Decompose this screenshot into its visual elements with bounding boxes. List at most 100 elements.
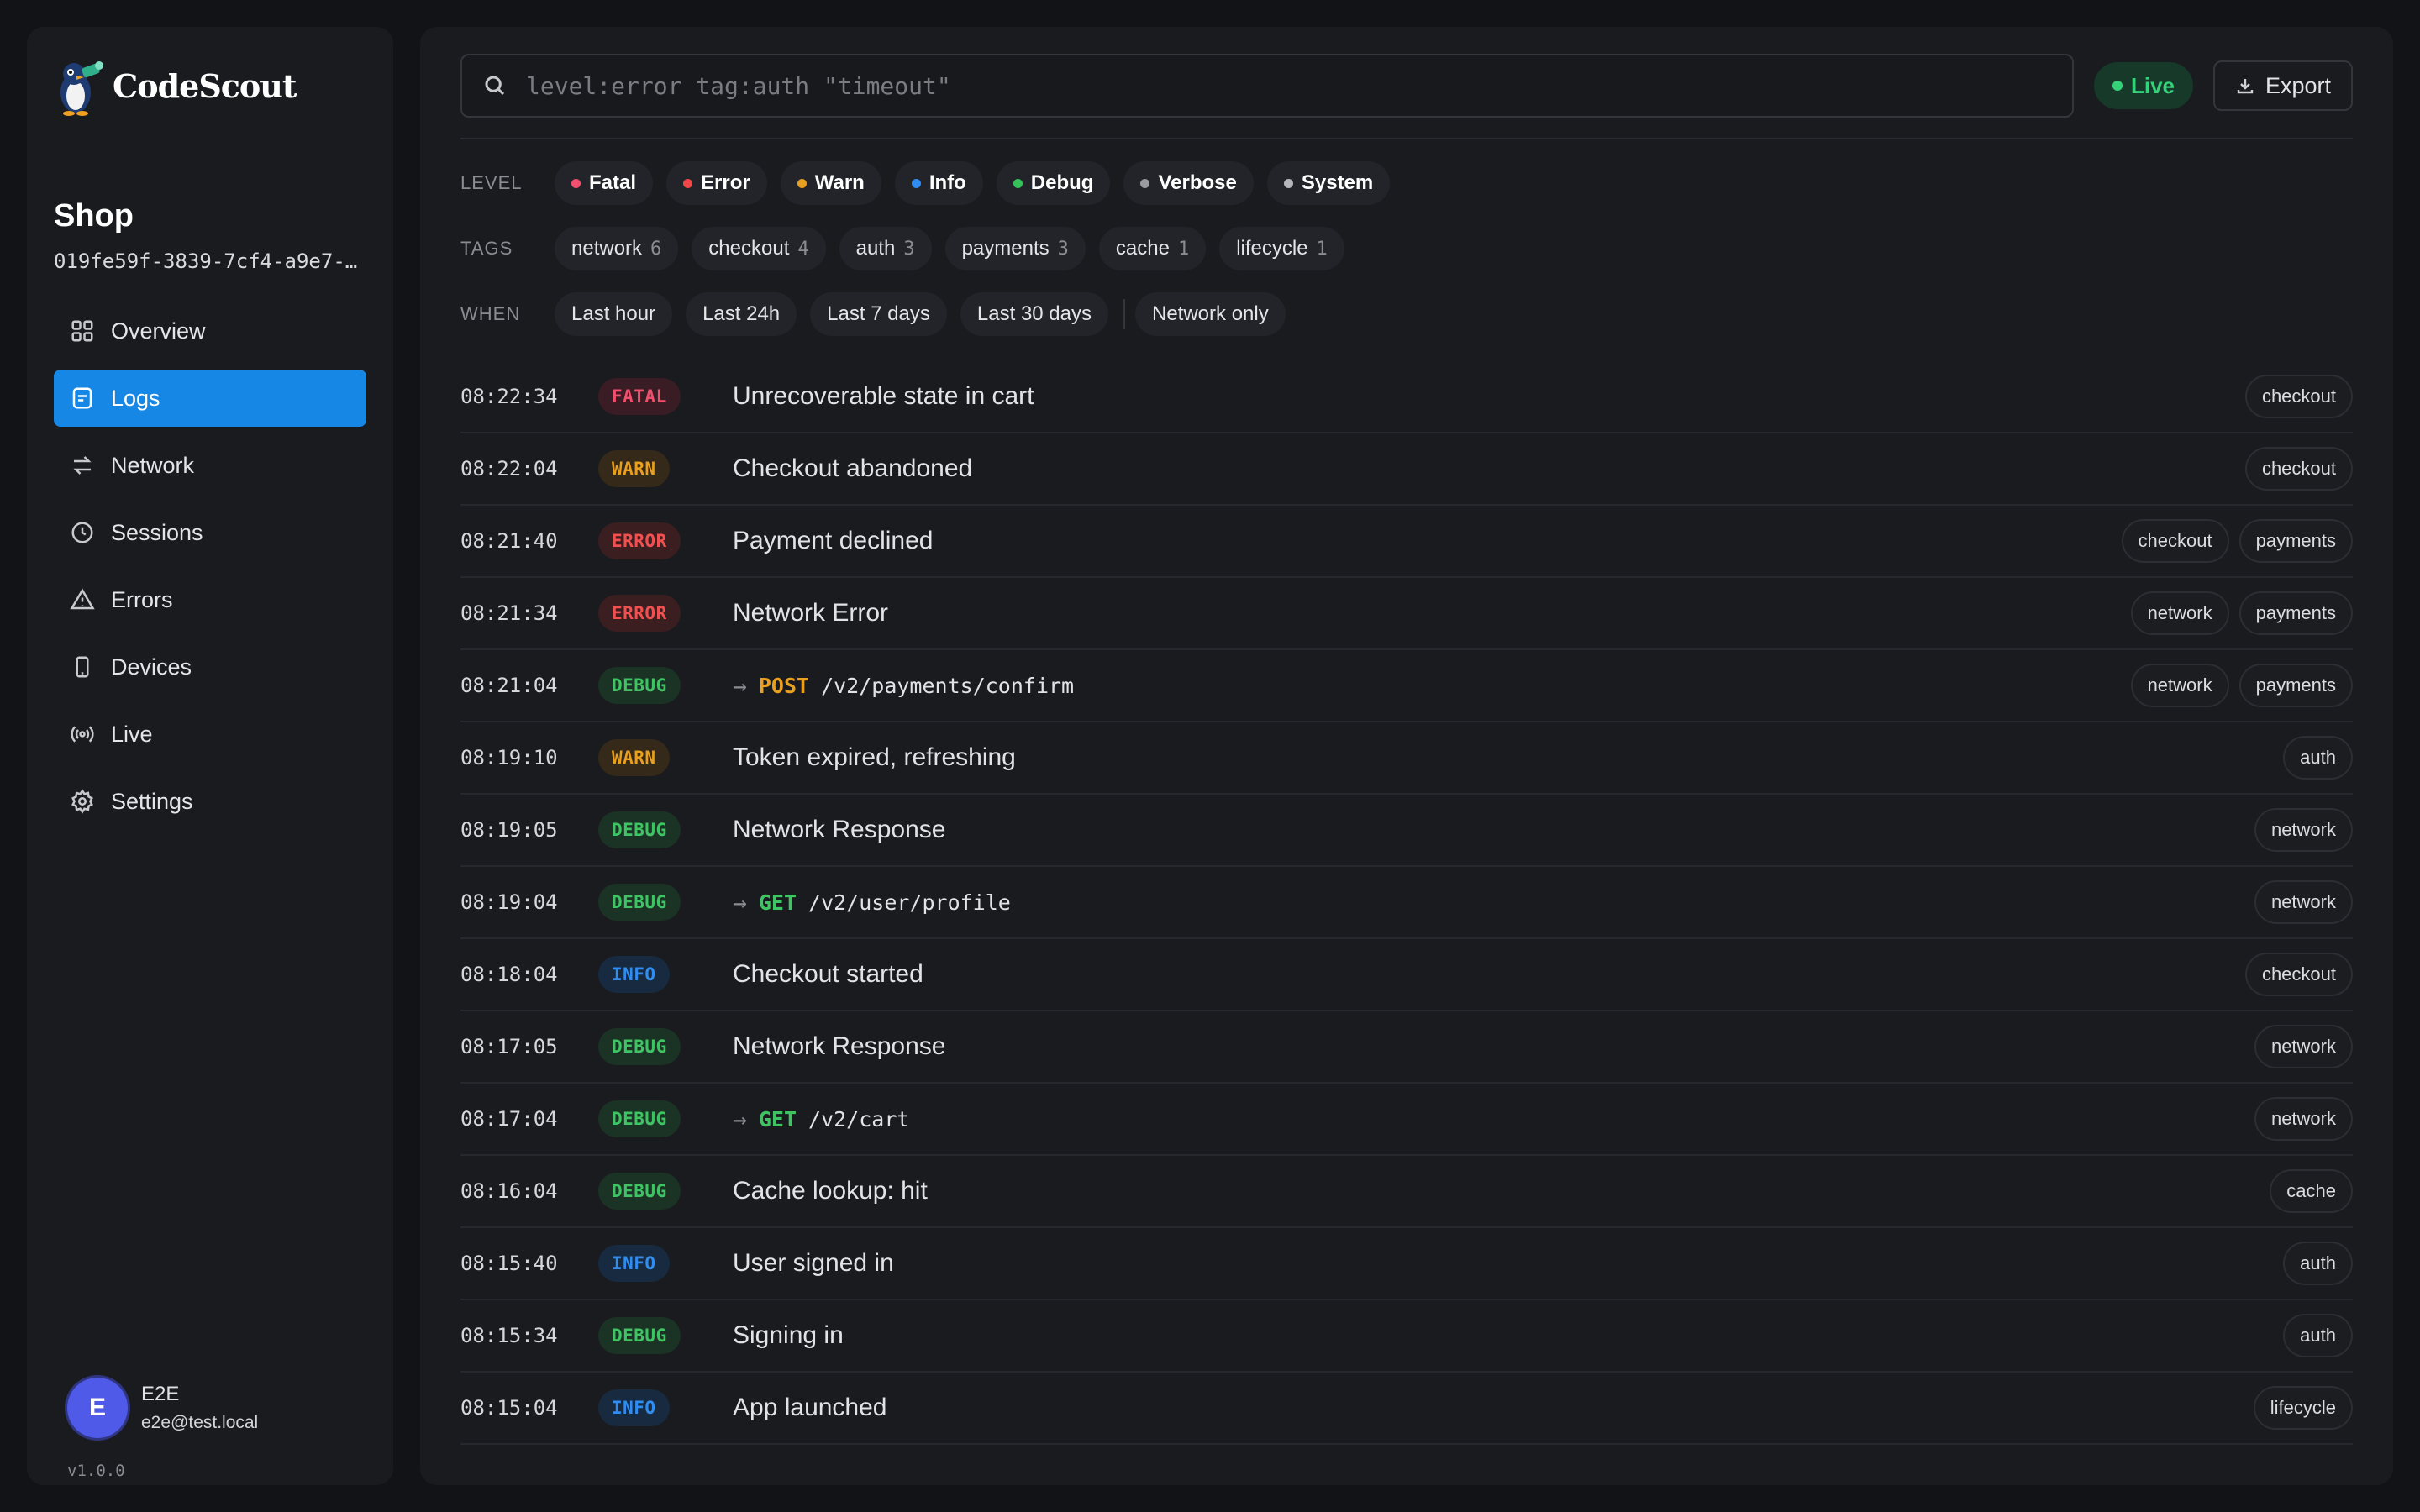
tag-pill[interactable]: checkout xyxy=(2244,953,2353,996)
sidebar-item-live[interactable]: Live xyxy=(54,706,366,763)
level-badge-wrap: DEBUG xyxy=(598,1173,733,1210)
message-text: App launched xyxy=(733,1394,887,1421)
level-chip-fatal[interactable]: Fatal xyxy=(555,161,654,205)
log-row[interactable]: 08:21:34 ERROR Network Error network payment… xyxy=(460,578,2353,650)
log-row[interactable]: 08:15:40 INFO User signed in auth xyxy=(460,1228,2353,1300)
level-chip-warn[interactable]: Warn xyxy=(780,161,881,205)
chip-count: 1 xyxy=(1316,238,1328,260)
sidebar-item-label: Logs xyxy=(111,385,160,411)
level-badge-wrap: INFO xyxy=(598,1245,733,1282)
arrows-icon xyxy=(69,452,96,479)
level-badge-wrap: DEBUG xyxy=(598,1028,733,1065)
log-row[interactable]: 08:19:10 WARN Token expired, refreshing aut… xyxy=(460,722,2353,795)
log-row[interactable]: 08:21:04 DEBUG → POST/v2/payments/confirm ne… xyxy=(460,650,2353,722)
time-chip[interactable]: Last 24h xyxy=(686,292,797,336)
user-profile[interactable]: E E2E e2e@test.local xyxy=(67,1378,258,1438)
network-only-chip[interactable]: Network only xyxy=(1135,292,1286,336)
tag-pill[interactable]: payments xyxy=(2238,664,2353,707)
tag-pill[interactable]: payments xyxy=(2238,591,2353,635)
level-chip-error[interactable]: Error xyxy=(666,161,767,205)
tag-pill[interactable]: network xyxy=(2130,591,2229,635)
level-badge: DEBUG xyxy=(598,1028,681,1065)
sidebar-item-logs[interactable]: Logs xyxy=(54,370,366,427)
chip-count: 6 xyxy=(650,238,662,260)
level-badge-wrap: DEBUG xyxy=(598,1317,733,1354)
tag-pill[interactable]: lifecycle xyxy=(2253,1386,2353,1430)
log-message: Network Response xyxy=(733,816,945,844)
chip-label: Fatal xyxy=(589,171,637,194)
tag-chip-checkout[interactable]: checkout 4 xyxy=(692,227,826,270)
log-row[interactable]: 08:17:05 DEBUG Network Response network xyxy=(460,1011,2353,1084)
sidebar: CodeScout Shop 019fe59f-3839-7cf4-a9e7-…… xyxy=(27,27,393,1485)
sidebar-item-devices[interactable]: Devices xyxy=(54,638,366,696)
phone-icon xyxy=(69,654,96,680)
sidebar-item-network[interactable]: Network xyxy=(54,437,366,494)
log-row[interactable]: 08:21:40 ERROR Payment declined checkout pay… xyxy=(460,506,2353,578)
log-tags: checkout xyxy=(2244,375,2353,418)
tag-pill[interactable]: network xyxy=(2254,1025,2353,1068)
download-icon xyxy=(2237,79,2254,94)
tag-chip-auth[interactable]: auth 3 xyxy=(839,227,932,270)
brand[interactable]: CodeScout xyxy=(54,55,297,116)
live-toggle-button[interactable]: Live xyxy=(2094,62,2193,109)
tag-chip-payments[interactable]: payments 3 xyxy=(944,227,1086,270)
level-chip-verbose[interactable]: Verbose xyxy=(1123,161,1254,205)
log-tags: network xyxy=(2254,880,2353,924)
export-button[interactable]: Export xyxy=(2213,60,2353,111)
tag-pill[interactable]: payments xyxy=(2238,519,2353,563)
tag-pill[interactable]: auth xyxy=(2283,1242,2353,1285)
time-chip[interactable]: Last 30 days xyxy=(960,292,1108,336)
log-row[interactable]: 08:18:04 INFO Checkout started checkout xyxy=(460,939,2353,1011)
log-row[interactable]: 08:22:34 FATAL Unrecoverable state in cart… xyxy=(460,361,2353,433)
sidebar-item-sessions[interactable]: Sessions xyxy=(54,504,366,561)
tag-pill[interactable]: network xyxy=(2254,808,2353,852)
log-row[interactable]: 08:19:05 DEBUG Network Response network xyxy=(460,795,2353,867)
log-row[interactable]: 08:22:04 WARN Checkout abandoned checkout xyxy=(460,433,2353,506)
level-badge: DEBUG xyxy=(598,811,681,848)
sidebar-item-overview[interactable]: Overview xyxy=(54,302,366,360)
tag-pill[interactable]: network xyxy=(2254,1097,2353,1141)
log-row[interactable]: 08:19:04 DEBUG → GET/v2/user/profile network xyxy=(460,867,2353,939)
tag-pill[interactable]: checkout xyxy=(2121,519,2229,563)
tag-pill[interactable]: cache xyxy=(2270,1169,2353,1213)
tag-chip-lifecycle[interactable]: lifecycle 1 xyxy=(1219,227,1344,270)
log-time: 08:16:04 xyxy=(460,1179,558,1203)
sidebar-item-label: Sessions xyxy=(111,519,203,545)
time-chip[interactable]: Last hour xyxy=(555,292,673,336)
level-chip-debug[interactable]: Debug xyxy=(996,161,1111,205)
log-row[interactable]: 08:15:04 INFO App launched lifecycle xyxy=(460,1373,2353,1445)
sidebar-item-errors[interactable]: Errors xyxy=(54,571,366,628)
chip-label: Debug xyxy=(1030,171,1094,194)
message-text: Token expired, refreshing xyxy=(733,743,1016,771)
log-tags: network payments xyxy=(2130,664,2353,707)
tag-chip-cache[interactable]: cache 1 xyxy=(1098,227,1207,270)
arrow-right-icon: → xyxy=(733,671,747,700)
log-row[interactable]: 08:16:04 DEBUG Cache lookup: hit cache xyxy=(460,1156,2353,1228)
tag-pill[interactable]: network xyxy=(2130,664,2229,707)
search-bar[interactable] xyxy=(460,54,2074,118)
time-chip[interactable]: Last 7 days xyxy=(810,292,947,336)
chip-count: 3 xyxy=(1057,238,1069,260)
tag-pill[interactable]: checkout xyxy=(2244,447,2353,491)
arrow-right-icon: → xyxy=(733,1105,747,1133)
tag-pill[interactable]: auth xyxy=(2283,1314,2353,1357)
log-row[interactable]: 08:17:04 DEBUG → GET/v2/cart network xyxy=(460,1084,2353,1156)
user-email: e2e@test.local xyxy=(141,1413,259,1432)
chip-label: payments xyxy=(961,237,1050,260)
message-text: Checkout started xyxy=(733,960,923,988)
level-chip-info[interactable]: Info xyxy=(894,161,983,205)
sidebar-item-settings[interactable]: Settings xyxy=(54,773,366,830)
log-row[interactable]: 08:15:34 DEBUG Signing in auth xyxy=(460,1300,2353,1373)
tag-chip-network[interactable]: network 6 xyxy=(555,227,679,270)
log-tags: auth xyxy=(2283,1242,2353,1285)
tag-pill[interactable]: auth xyxy=(2283,736,2353,780)
level-dot xyxy=(1140,178,1150,188)
tag-pill[interactable]: checkout xyxy=(2244,375,2353,418)
level-chip-system[interactable]: System xyxy=(1266,161,1391,205)
tag-pill[interactable]: network xyxy=(2254,880,2353,924)
sidebar-item-label: Live xyxy=(111,721,153,747)
search-input[interactable] xyxy=(526,71,2039,100)
log-time: 08:19:10 xyxy=(460,746,558,769)
log-tags: lifecycle xyxy=(2253,1386,2353,1430)
message-text: Cache lookup: hit xyxy=(733,1177,928,1205)
